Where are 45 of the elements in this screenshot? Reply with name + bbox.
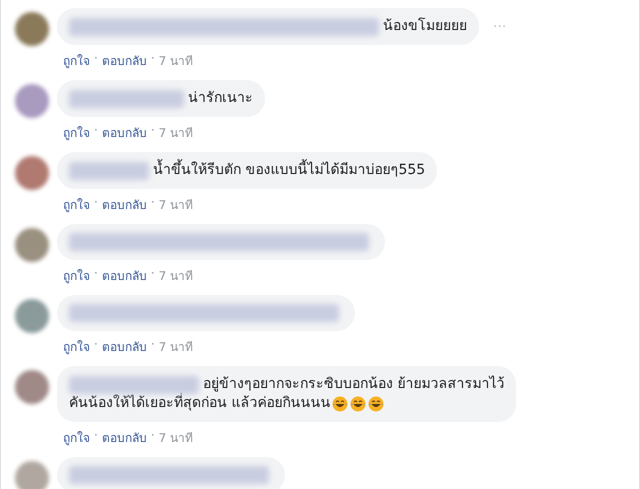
reply-link[interactable]: ตอบกลับ [102, 266, 147, 285]
separator: · [94, 123, 98, 139]
reply-link[interactable]: ตอบกลับ [102, 337, 147, 356]
like-link[interactable]: ถูกใจ [63, 266, 90, 285]
laughing-emoji-icon [368, 396, 384, 412]
separator: · [150, 51, 155, 67]
separator: · [150, 123, 155, 139]
timestamp: 7 นาที [158, 268, 194, 285]
timestamp: 7 นาที [158, 430, 194, 447]
separator: · [94, 428, 98, 444]
separator: · [94, 266, 98, 282]
avatar[interactable] [15, 156, 49, 190]
laughing-emoji-icon [350, 396, 366, 412]
avatar[interactable] [15, 461, 49, 489]
timestamp: 7 นาที [158, 53, 194, 70]
reply-link[interactable]: ตอบกลับ [102, 195, 147, 214]
reply-link[interactable]: ตอบกลับ [102, 123, 147, 142]
separator: · [150, 266, 155, 282]
separator: · [94, 195, 98, 211]
avatar[interactable] [15, 84, 49, 118]
separator: · [94, 51, 98, 67]
separator: · [94, 337, 98, 353]
reply-link[interactable]: ตอบกลับ [102, 51, 147, 70]
like-link[interactable]: ถูกใจ [63, 123, 90, 142]
like-link[interactable]: ถูกใจ [63, 51, 90, 70]
avatar[interactable] [15, 228, 49, 262]
separator: · [150, 195, 155, 211]
separator: · [150, 428, 155, 444]
avatar[interactable] [15, 299, 49, 333]
timestamp: 7 นาที [158, 125, 194, 142]
timestamp: 7 นาที [158, 197, 194, 214]
like-link[interactable]: ถูกใจ [63, 195, 90, 214]
timestamp: 7 นาที [158, 339, 194, 356]
comment-text: อยู่ข้างๆอยากจะกระซิบบอกน้อง ย้ายมวลสารมาไว้ [203, 375, 504, 392]
comment-text: น้องขโมยยยย [383, 17, 467, 36]
laughing-emoji-icon [332, 396, 348, 412]
like-link[interactable]: ถูกใจ [63, 337, 90, 356]
avatar[interactable] [15, 12, 49, 46]
like-link[interactable]: ถูกใจ [63, 428, 90, 447]
comment-text: น้ำขึ้นให้รีบตัก ของแบบนี้ไม่ได้มีมาบ่อยๆ555 [153, 161, 426, 180]
comment-text: คันน้องให้ได้เยอะที่สุดก่อน แล้วค่อยกินนนน [69, 394, 330, 413]
reply-link[interactable]: ตอบกลับ [102, 428, 147, 447]
comment-text: น่ารักเนาะ [188, 89, 253, 108]
separator: · [150, 337, 155, 353]
avatar[interactable] [15, 370, 49, 404]
